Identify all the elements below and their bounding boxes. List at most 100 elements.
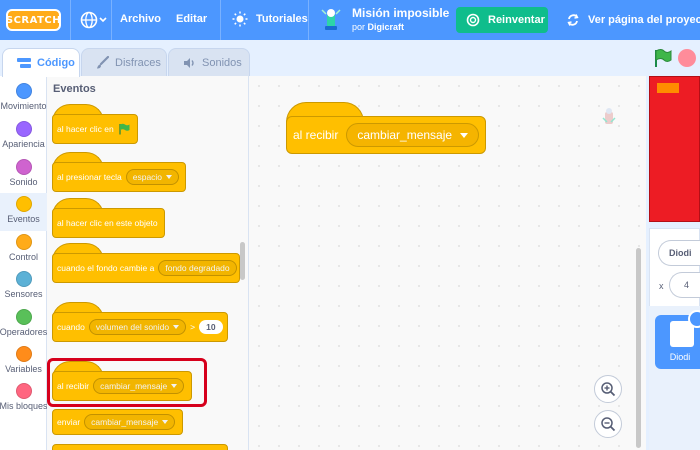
stage[interactable] bbox=[649, 76, 700, 222]
paintbrush-icon bbox=[97, 56, 109, 69]
block-label: cuando bbox=[57, 322, 85, 332]
scratch-logo[interactable]: SCRATCH bbox=[6, 9, 61, 31]
block-label: al hacer clic en bbox=[57, 124, 114, 134]
delete-sprite-badge[interactable] bbox=[688, 310, 700, 328]
refresh-arrows-icon bbox=[567, 14, 579, 26]
category-label: Eventos bbox=[7, 214, 40, 224]
key-dropdown[interactable]: espacio bbox=[125, 169, 180, 185]
speaker-icon bbox=[184, 57, 194, 68]
dropdown-value: volumen del sonido bbox=[95, 322, 170, 332]
dropdown-value: fondo degradado bbox=[165, 263, 230, 273]
message-dropdown[interactable]: cambiar_mensaje bbox=[346, 123, 480, 147]
category-sound[interactable]: Sonido bbox=[0, 156, 47, 194]
block-label: cuando el fondo cambie a bbox=[57, 263, 155, 273]
category-label: Variables bbox=[5, 364, 42, 374]
see-project-label: Ver página del proyecto bbox=[588, 14, 700, 26]
block-label: enviar bbox=[57, 417, 81, 427]
category-label: Movimiento bbox=[0, 101, 47, 111]
menu-divider bbox=[111, 0, 112, 40]
globe-icon bbox=[80, 11, 107, 29]
x-coordinate-input[interactable]: 4 bbox=[669, 272, 700, 298]
block-when-sprite-clicked[interactable]: al hacer clic en este objeto bbox=[52, 208, 165, 238]
dropdown-value: cambiar_mensaje bbox=[357, 128, 453, 142]
author-prefix: por bbox=[352, 22, 366, 32]
category-dot bbox=[15, 383, 32, 399]
project-title[interactable]: Misión imposible bbox=[352, 6, 449, 20]
code-blocks-icon bbox=[17, 58, 31, 68]
category-motion[interactable]: Movimiento bbox=[0, 80, 47, 118]
block-broadcast[interactable]: enviar cambiar_mensaje bbox=[52, 409, 183, 435]
category-sensing[interactable]: Sensores bbox=[0, 268, 47, 306]
block-label: al recibir bbox=[293, 128, 339, 142]
menu-tutoriales[interactable]: Tutoriales bbox=[232, 11, 308, 27]
script-block-when-i-receive[interactable]: al recibir cambiar_mensaje bbox=[286, 116, 486, 154]
tab-costumes-label: Disfraces bbox=[115, 56, 161, 69]
dropdown-value: cambiar_mensaje bbox=[91, 417, 159, 427]
project-author: por Digicraft bbox=[352, 22, 404, 32]
tab-code[interactable]: Código bbox=[2, 48, 80, 77]
category-label: Apariencia bbox=[2, 139, 45, 149]
zoom-in-icon bbox=[601, 382, 616, 397]
category-dot bbox=[15, 234, 32, 250]
stage-sprite-preview bbox=[657, 83, 679, 93]
dropdown-value: espacio bbox=[132, 172, 163, 182]
block-broadcast-and-wait[interactable] bbox=[52, 444, 228, 450]
category-label: Sensores bbox=[4, 289, 43, 299]
category-operators[interactable]: Operadores bbox=[0, 306, 47, 344]
menu-editar[interactable]: Editar bbox=[176, 13, 207, 25]
category-label: Control bbox=[8, 252, 38, 262]
x-coordinate-label: x bbox=[659, 281, 664, 291]
see-project-page-button[interactable]: Ver página del proyecto bbox=[566, 13, 700, 27]
block-when-loudness-greater[interactable]: cuando volumen del sonido > 10 bbox=[52, 312, 228, 342]
chevron-down-icon bbox=[162, 420, 169, 424]
category-control[interactable]: Control bbox=[0, 231, 47, 269]
category-dot bbox=[15, 159, 32, 175]
chevron-down-icon bbox=[166, 175, 173, 179]
category-dot bbox=[15, 196, 32, 212]
block-label: al presionar tecla bbox=[57, 172, 122, 182]
remix-button[interactable]: Reinventar bbox=[456, 7, 548, 33]
threshold-input[interactable]: 10 bbox=[199, 320, 223, 334]
category-variables[interactable]: Variables bbox=[0, 343, 47, 381]
sprite-tile-name: Diodi bbox=[669, 352, 691, 362]
block-when-key-pressed[interactable]: al presionar tecla espacio bbox=[52, 162, 186, 192]
category-events[interactable]: Eventos bbox=[0, 193, 47, 231]
tab-sounds[interactable]: Sonidos bbox=[168, 48, 250, 76]
category-dot bbox=[15, 121, 32, 137]
category-dot bbox=[15, 271, 32, 287]
zoom-out-button[interactable] bbox=[594, 410, 622, 438]
category-dot bbox=[15, 346, 32, 362]
category-label: Sonido bbox=[9, 177, 38, 187]
author-name[interactable]: Digicraft bbox=[368, 22, 405, 32]
stop-button[interactable] bbox=[678, 49, 696, 67]
category-looks[interactable]: Apariencia bbox=[0, 118, 47, 156]
block-when-backdrop-switches[interactable]: cuando el fondo cambie a fondo degradado bbox=[52, 253, 240, 283]
backdrop-dropdown[interactable]: fondo degradado bbox=[158, 260, 237, 276]
loudness-dropdown[interactable]: volumen del sonido bbox=[88, 319, 187, 335]
menu-divider bbox=[70, 0, 71, 40]
tab-costumes[interactable]: Disfraces bbox=[81, 48, 167, 76]
green-flag-icon[interactable] bbox=[652, 48, 672, 68]
category-menu: Movimiento Apariencia Sonido Eventos Con… bbox=[0, 76, 48, 450]
block-label: al hacer clic en este objeto bbox=[57, 218, 158, 228]
tab-sounds-label: Sonidos bbox=[202, 56, 242, 69]
language-menu[interactable] bbox=[80, 11, 108, 29]
highlight-annotation bbox=[47, 358, 207, 407]
sprite-name-field[interactable]: Diodi bbox=[658, 240, 700, 266]
script-area-scrollbar[interactable] bbox=[636, 248, 641, 448]
greater-than-symbol: > bbox=[190, 322, 196, 332]
sprite-watermark-icon bbox=[602, 108, 616, 124]
zoom-out-icon bbox=[601, 417, 616, 432]
menu-divider bbox=[308, 0, 309, 40]
tab-code-label: Código bbox=[37, 57, 75, 69]
palette-scrollbar[interactable] bbox=[240, 242, 245, 280]
block-when-flag-clicked[interactable]: al hacer clic en bbox=[52, 114, 138, 144]
category-my-blocks[interactable]: Mis bloques bbox=[0, 380, 48, 418]
project-thumbnail-icon bbox=[321, 9, 341, 30]
zoom-in-button[interactable] bbox=[594, 375, 622, 403]
message-dropdown[interactable]: cambiar_mensaje bbox=[84, 414, 176, 430]
menu-archivo[interactable]: Archivo bbox=[120, 13, 161, 25]
chevron-down-icon bbox=[460, 132, 469, 138]
chevron-down-icon bbox=[173, 325, 180, 329]
category-dot bbox=[15, 83, 32, 99]
